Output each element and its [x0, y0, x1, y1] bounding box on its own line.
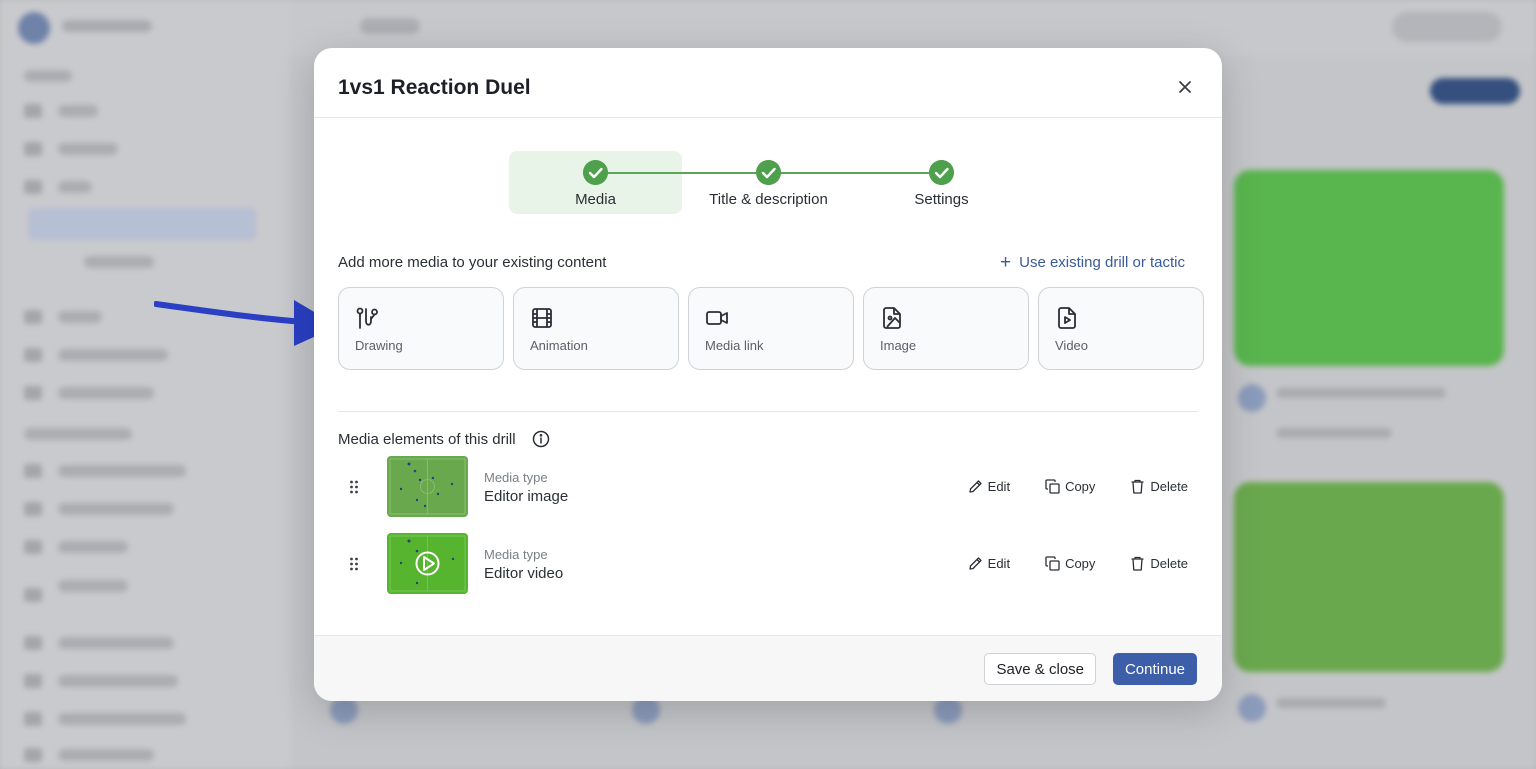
row-actions: Edit Copy Delete [963, 553, 1192, 574]
modal-header: 1vs1 Reaction Duel [314, 48, 1222, 118]
pencil-icon [969, 557, 982, 570]
delete-button[interactable]: Delete [1125, 476, 1192, 497]
media-type-label: Media link [705, 338, 764, 353]
media-element-row: Media type Editor video Edit Copy Delete [338, 533, 1198, 595]
background-sidebar [0, 0, 290, 769]
drag-handle-icon[interactable] [346, 556, 362, 572]
step-label: Settings [914, 191, 969, 208]
copy-button[interactable]: Copy [1040, 553, 1099, 574]
trash-icon [1131, 556, 1144, 571]
pointer-arrow [154, 300, 338, 346]
editor-image-thumbnail[interactable] [387, 456, 468, 517]
media-type-value: Editor image [484, 488, 569, 505]
save-close-button[interactable]: Save & close [984, 653, 1096, 685]
media-type-video[interactable]: Video [1038, 287, 1204, 370]
step-label: Title & description [709, 191, 828, 208]
continue-button[interactable]: Continue [1112, 653, 1197, 685]
media-type-drawing[interactable]: Drawing [338, 287, 504, 370]
check-circle-icon [583, 160, 608, 185]
copy-button[interactable]: Copy [1040, 476, 1099, 497]
edit-button[interactable]: Edit [963, 476, 1014, 497]
image-file-icon [883, 307, 901, 329]
delete-label: Delete [1150, 479, 1188, 494]
media-type-value: Editor video [484, 565, 564, 582]
delete-label: Delete [1150, 556, 1188, 571]
media-type-image[interactable]: Image [863, 287, 1029, 370]
close-icon[interactable] [1176, 78, 1194, 96]
editor-video-thumbnail[interactable] [387, 533, 468, 594]
info-icon[interactable] [532, 430, 550, 448]
copy-icon [1045, 479, 1060, 494]
media-type-label: Drawing [355, 338, 403, 353]
media-elements-heading: Media elements of this drill [338, 430, 550, 448]
pencil-icon [969, 480, 982, 493]
copy-label: Copy [1065, 556, 1096, 571]
step-title-description[interactable]: Title & description [682, 151, 855, 214]
media-elements-label: Media elements of this drill [338, 430, 516, 448]
plus-icon: + [1000, 252, 1012, 273]
media-type-label: Animation [530, 338, 588, 353]
stepper: Media Title & description Settings [509, 151, 1027, 214]
video-file-icon [1058, 307, 1076, 329]
film-icon [532, 308, 552, 328]
trash-icon [1131, 479, 1144, 494]
media-element-row: Media type Editor image Edit Copy Delete [338, 456, 1198, 518]
section-divider [338, 411, 1198, 412]
media-type-options: Drawing Animation Media link Image Video [338, 287, 1204, 370]
step-media[interactable]: Media [509, 151, 682, 214]
video-camera-icon [706, 311, 728, 325]
copy-label: Copy [1065, 479, 1096, 494]
app-logo [18, 12, 50, 44]
media-type-animation[interactable]: Animation [513, 287, 679, 370]
edit-label: Edit [987, 479, 1011, 494]
check-circle-icon [756, 160, 781, 185]
edit-button[interactable]: Edit [963, 553, 1014, 574]
modal-footer: Save & close Continue [314, 635, 1222, 701]
drawing-icon [356, 307, 378, 329]
media-type-caption: Media type [484, 470, 548, 485]
use-existing-link[interactable]: + Use existing drill or tactic [1000, 252, 1185, 273]
check-circle-icon [929, 160, 954, 185]
step-label: Media [575, 191, 616, 208]
use-existing-label: Use existing drill or tactic [1019, 254, 1185, 271]
edit-label: Edit [987, 556, 1011, 571]
media-type-label: Video [1055, 338, 1089, 353]
media-type-media-link[interactable]: Media link [688, 287, 854, 370]
copy-icon [1045, 556, 1060, 571]
row-actions: Edit Copy Delete [963, 476, 1192, 497]
add-media-label: Add more media to your existing content [338, 254, 607, 271]
create-drill-modal: 1vs1 Reaction Duel Media Title & descrip… [314, 48, 1222, 701]
media-type-caption: Media type [484, 547, 548, 562]
media-type-label: Image [880, 338, 917, 353]
modal-title: 1vs1 Reaction Duel [338, 76, 531, 99]
step-settings[interactable]: Settings [855, 151, 1028, 214]
drag-handle-icon[interactable] [346, 479, 362, 495]
delete-button[interactable]: Delete [1125, 553, 1192, 574]
